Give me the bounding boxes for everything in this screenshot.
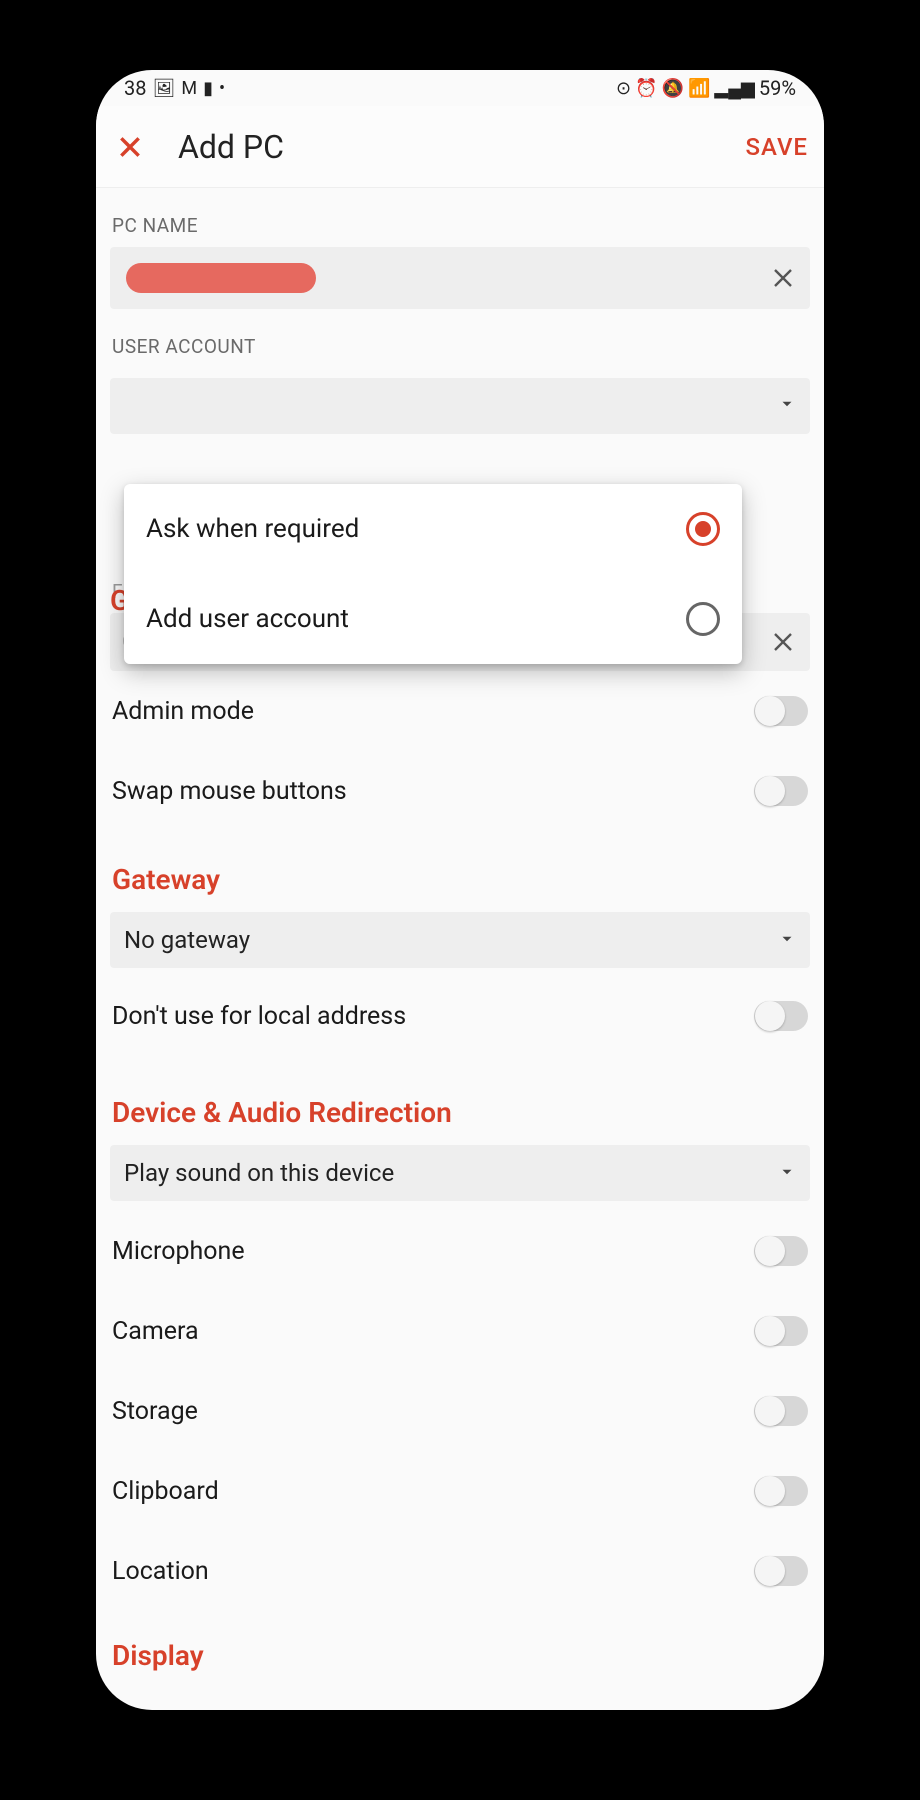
app-icon: ▮ <box>203 78 213 99</box>
swap-mouse-toggle[interactable] <box>754 776 808 806</box>
storage-row[interactable]: Storage <box>96 1371 824 1451</box>
content: PC NAME USER ACCOUNT G Ask when required… <box>96 188 824 1688</box>
close-icon <box>771 266 795 290</box>
chevron-down-icon <box>778 926 796 954</box>
storage-toggle[interactable] <box>754 1396 808 1426</box>
phone-frame: 38 🖼 M ▮ • ⊙ ⏰ 🔕 📶 ▂▄▆ 59% Add PC SAVE P… <box>96 70 824 1710</box>
signal-icon: ▂▄▆ <box>714 78 754 99</box>
location-row[interactable]: Location <box>96 1531 824 1611</box>
dropdown-value: Play sound on this device <box>124 1159 394 1187</box>
page-title: Add PC <box>178 128 284 166</box>
dot-icon: • <box>219 78 225 99</box>
display-section-title: Display <box>96 1611 824 1688</box>
user-account-menu: Ask when required Add user account <box>124 484 742 664</box>
microphone-toggle[interactable] <box>754 1236 808 1266</box>
swap-mouse-row[interactable]: Swap mouse buttons <box>96 751 824 831</box>
clear-friendly-name-button[interactable] <box>768 627 798 657</box>
microphone-row[interactable]: Microphone <box>96 1211 824 1291</box>
save-button[interactable]: SAVE <box>745 133 808 161</box>
clipboard-toggle[interactable] <box>754 1476 808 1506</box>
dropdown-value: No gateway <box>124 926 250 954</box>
pc-name-input[interactable] <box>110 247 810 309</box>
image-icon: 🖼 <box>152 78 175 99</box>
wifi-icon: 📶 <box>688 78 710 99</box>
user-account-dropdown[interactable] <box>110 378 810 434</box>
option-ask-when-required[interactable]: Ask when required <box>124 484 742 574</box>
option-add-user-account[interactable]: Add user account <box>124 574 742 664</box>
toggle-label: Camera <box>112 1317 199 1346</box>
close-icon <box>771 630 795 654</box>
chevron-down-icon <box>778 395 796 417</box>
mail-icon: M <box>181 78 197 99</box>
local-address-toggle[interactable] <box>754 1001 808 1031</box>
toggle-label: Location <box>112 1557 209 1586</box>
radio-selected-icon <box>686 512 720 546</box>
clipboard-row[interactable]: Clipboard <box>96 1451 824 1531</box>
gateway-dropdown[interactable]: No gateway <box>110 912 810 968</box>
camera-toggle[interactable] <box>754 1316 808 1346</box>
toggle-label: Microphone <box>112 1237 245 1266</box>
status-time: 38 <box>124 76 146 100</box>
battery-text: 59% <box>759 76 796 100</box>
toggle-label: Admin mode <box>112 697 254 726</box>
alarm-icon: ⏰ <box>635 78 657 99</box>
redirection-section-title: Device & Audio Redirection <box>96 1064 824 1145</box>
option-label: Ask when required <box>146 514 359 544</box>
redacted-value <box>126 263 316 293</box>
admin-mode-toggle[interactable] <box>754 696 808 726</box>
sound-dropdown[interactable]: Play sound on this device <box>110 1145 810 1201</box>
user-account-label: USER ACCOUNT <box>96 309 824 368</box>
location-toggle[interactable] <box>754 1556 808 1586</box>
pc-name-label: PC NAME <box>96 188 824 247</box>
title-bar: Add PC SAVE <box>96 106 824 188</box>
close-icon <box>117 134 143 160</box>
local-address-row[interactable]: Don't use for local address <box>96 968 824 1064</box>
status-bar: 38 🖼 M ▮ • ⊙ ⏰ 🔕 📶 ▂▄▆ 59% <box>96 70 824 106</box>
toggle-label: Storage <box>112 1397 198 1426</box>
close-button[interactable] <box>106 123 154 171</box>
camera-row[interactable]: Camera <box>96 1291 824 1371</box>
option-label: Add user account <box>146 604 349 634</box>
mute-icon: 🔕 <box>662 78 684 99</box>
toggle-label: Swap mouse buttons <box>112 777 347 806</box>
toggle-label: Don't use for local address <box>112 1002 406 1031</box>
admin-mode-row[interactable]: Admin mode <box>96 671 824 751</box>
toggle-label: Clipboard <box>112 1477 219 1506</box>
radio-unselected-icon <box>686 602 720 636</box>
clear-pc-name-button[interactable] <box>768 263 798 293</box>
chevron-down-icon <box>778 1159 796 1187</box>
gateway-section-title: Gateway <box>96 831 824 912</box>
vpn-icon: ⊙ <box>616 78 631 99</box>
